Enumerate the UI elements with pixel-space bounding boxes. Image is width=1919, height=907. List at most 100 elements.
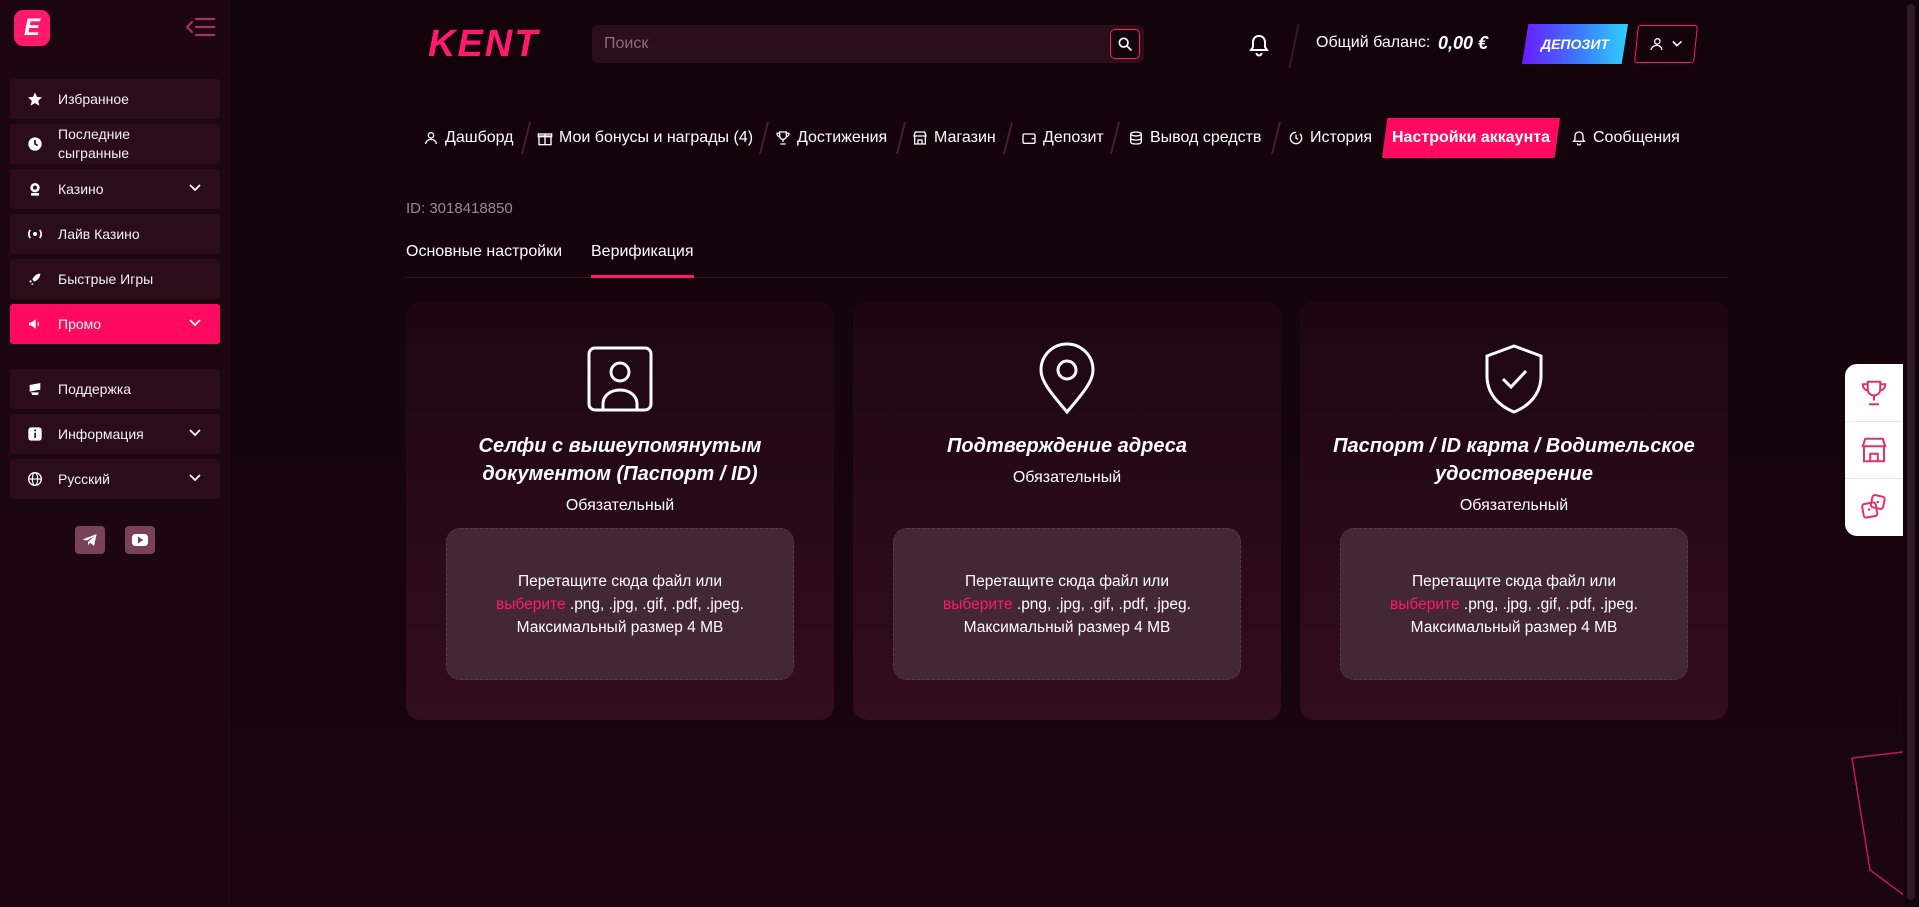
shop-icon <box>911 129 929 147</box>
card-required-label: Обязательный <box>565 497 675 514</box>
tab-withdraw[interactable]: Вывод средств <box>1127 124 1261 152</box>
chevron-down-icon <box>189 429 201 437</box>
sidebar-item-label: Быстрые Игры <box>58 270 154 287</box>
tab-label: Вывод средств <box>1150 129 1262 146</box>
chevron-down-icon <box>189 184 201 192</box>
tab-label: История <box>1310 129 1373 146</box>
history-icon <box>1287 129 1305 147</box>
quick-games-button[interactable] <box>1845 478 1903 535</box>
chevron-down-icon <box>189 474 201 482</box>
sidebar-item-recent[interactable]: Последние сыгранные <box>10 124 220 164</box>
dropzone-text: Перетащите сюда файл или <box>964 572 1170 590</box>
brand-logo[interactable]: KENT <box>428 24 539 64</box>
dropzone-formats: .png, .jpg, .gif, .pdf, .jpeg. <box>565 595 744 613</box>
shop-icon <box>1861 437 1887 463</box>
trophy-icon <box>1861 380 1887 405</box>
file-dropzone[interactable]: Перетащите сюда файл или выберите .png, … <box>1340 528 1688 680</box>
search-icon <box>1118 37 1132 51</box>
verification-card-passport: Паспорт / ID карта / Водительское удосто… <box>1300 302 1728 720</box>
sidebar-item-label: Лайв Казино <box>58 225 140 242</box>
shield-check-icon <box>1485 344 1543 414</box>
sidebar-item-label: Избранное <box>58 90 129 107</box>
tab-shop[interactable]: Магазин <box>911 124 996 152</box>
chevron-down-icon <box>189 319 201 327</box>
sidebar-item-label: Русский <box>58 470 110 487</box>
quick-achievements-button[interactable] <box>1845 364 1903 421</box>
account-id: ID: 3018418850 <box>406 200 513 217</box>
verification-card-selfie: Селфи с вышеупомянутым документом (Паспо… <box>406 302 834 720</box>
collapse-menu-icon[interactable] <box>184 15 216 39</box>
bell-icon <box>1570 129 1588 147</box>
dropzone-max-size: Максимальный размер 4 MB <box>516 618 724 636</box>
tab-label: Сообщения <box>1593 129 1680 146</box>
dice-icon <box>1861 494 1886 519</box>
location-pin-icon <box>1039 342 1095 415</box>
telegram-icon[interactable] <box>75 526 105 554</box>
choose-file-link[interactable]: выберите <box>943 596 1013 613</box>
sidebar-item-favorites[interactable]: Избранное <box>10 79 220 119</box>
tab-dashboard[interactable]: Дашборд <box>422 124 514 152</box>
search-button[interactable] <box>1110 29 1140 59</box>
dropzone-max-size: Максимальный размер 4 MB <box>1410 618 1618 636</box>
youtube-icon[interactable] <box>125 526 155 554</box>
wallet-icon <box>1020 129 1038 147</box>
choose-file-link[interactable]: выберите <box>496 596 566 613</box>
tab-label: Настройки аккаунта <box>1392 129 1550 146</box>
sidebar-item-label: Казино <box>58 180 104 197</box>
tab-label: Достижения <box>797 129 888 146</box>
card-required-label: Обязательный <box>1459 497 1569 514</box>
tab-label: Магазин <box>934 129 996 146</box>
balance-value: 0,00 € <box>1438 33 1489 53</box>
quick-shop-button[interactable] <box>1845 421 1903 478</box>
quick-access-panel <box>1845 364 1903 536</box>
search-input[interactable] <box>604 25 1084 63</box>
tab-achievements[interactable]: Достижения <box>774 124 887 152</box>
support-icon <box>26 380 44 398</box>
file-dropzone[interactable]: Перетащите сюда файл или выберите .png, … <box>446 528 794 680</box>
globe-icon <box>26 470 44 488</box>
tab-label: Мои бонусы и награды (4) <box>559 129 754 146</box>
active-tab-indicator <box>591 275 694 278</box>
user-menu-button[interactable] <box>1634 25 1698 63</box>
deposit-button[interactable]: ДЕПОЗИТ <box>1522 24 1628 64</box>
sidebar: E Избранное Последние сыгранные Казино Л… <box>0 0 230 907</box>
sidebar-item-label: Поддержка <box>58 380 132 397</box>
star-icon <box>26 90 44 108</box>
sidebar-item-promo[interactable]: Промо <box>10 304 220 344</box>
casino-icon <box>26 180 44 198</box>
bell-icon[interactable] <box>1248 33 1270 57</box>
info-icon <box>26 425 44 443</box>
gift-icon <box>536 129 554 147</box>
sidebar-item-live-casino[interactable]: Лайв Казино <box>10 214 220 254</box>
tab-verification[interactable]: Верификация <box>591 243 694 261</box>
card-title: Селфи с вышеупомянутым документом (Паспо… <box>478 435 762 485</box>
tab-messages[interactable]: Сообщения <box>1570 124 1680 152</box>
choose-file-link[interactable]: выберите <box>1390 596 1460 613</box>
user-icon <box>1650 38 1663 51</box>
sidebar-item-label: Информация <box>58 425 144 442</box>
sidebar-item-label: Последние сыгранные <box>58 126 131 161</box>
balance-label: Общий баланс: <box>1316 34 1431 51</box>
sidebar-item-support[interactable]: Поддержка <box>10 369 220 409</box>
sidebar-item-casino[interactable]: Казино <box>10 169 220 209</box>
sidebar-item-language[interactable]: Русский <box>10 459 220 499</box>
dropzone-text: Перетащите сюда файл или <box>517 572 723 590</box>
user-icon <box>422 129 440 147</box>
sidebar-item-fast-games[interactable]: Быстрые Игры <box>10 259 220 299</box>
app-logo[interactable]: E <box>14 10 50 46</box>
clock-icon <box>26 135 44 153</box>
tab-history[interactable]: История <box>1287 124 1372 152</box>
tab-deposit[interactable]: Депозит <box>1020 124 1104 152</box>
rocket-icon <box>26 270 44 288</box>
sidebar-item-label: Промо <box>58 315 102 332</box>
dropzone-max-size: Максимальный размер 4 MB <box>963 618 1171 636</box>
card-title: Паспорт / ID карта / Водительское удосто… <box>1333 435 1695 485</box>
file-dropzone[interactable]: Перетащите сюда файл или выберите .png, … <box>893 528 1241 680</box>
sidebar-item-info[interactable]: Информация <box>10 414 220 454</box>
tab-account-settings[interactable]: Настройки аккаунта <box>1382 118 1560 158</box>
tab-basic-settings[interactable]: Основные настройки <box>406 243 562 261</box>
coins-icon <box>1127 129 1145 147</box>
scrollbar-thumb[interactable] <box>1907 4 1915 900</box>
chevron-down-icon <box>1672 40 1683 47</box>
tab-bonuses[interactable]: Мои бонусы и награды (4) <box>536 124 753 152</box>
